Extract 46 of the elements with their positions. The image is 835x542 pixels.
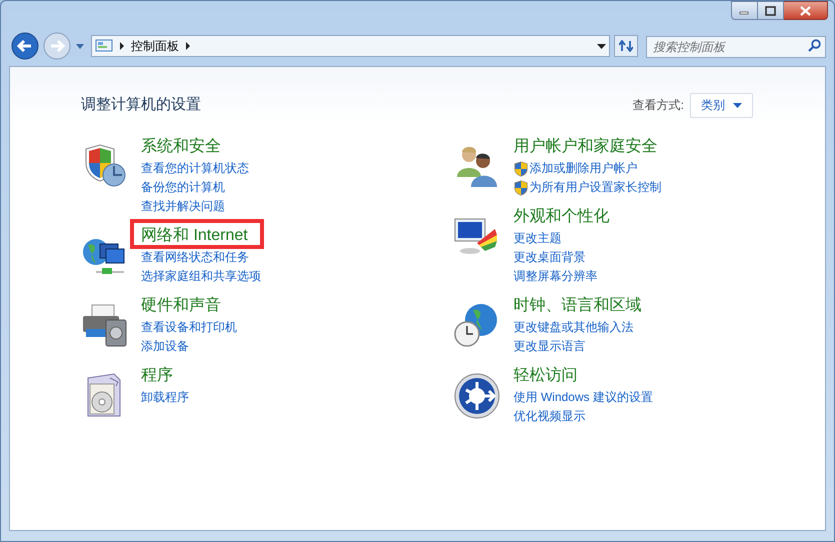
task-link[interactable]: 更改桌面背景 [514, 248, 610, 267]
category-link[interactable]: 程序 [141, 366, 173, 386]
search-field[interactable]: 搜索控制面板 [646, 36, 826, 58]
category-link[interactable]: 轻松访问 [514, 366, 578, 386]
category-link[interactable]: 用户帐户和家庭安全 [514, 137, 658, 157]
breadcrumb-item[interactable]: 控制面板 [131, 37, 179, 55]
task-link[interactable]: 查找并解决问题 [141, 197, 249, 216]
category-link[interactable]: 时钟、语言和区域 [514, 296, 642, 316]
category-link[interactable]: 系统和安全 [141, 137, 221, 157]
chevron-icon [119, 42, 125, 50]
view-by-label: 查看方式: [632, 97, 684, 114]
task-link[interactable]: 添加或删除用户帐户 [514, 159, 662, 178]
task-link[interactable]: 调整屏幕分辨率 [514, 267, 610, 286]
task-link[interactable]: 添加设备 [141, 337, 237, 356]
maximize-button[interactable] [758, 1, 784, 20]
refresh-icon [619, 40, 633, 52]
task-link[interactable]: 使用 Windows 建议的设置 [514, 388, 653, 407]
task-link[interactable]: 查看您的计算机状态 [141, 159, 249, 178]
task-link[interactable]: 查看网络状态和任务 [141, 248, 261, 267]
category-link[interactable]: 网络和 Internet [141, 226, 248, 246]
task-link[interactable]: 卸载程序 [141, 388, 189, 407]
dropdown-arrow-icon[interactable] [597, 43, 606, 49]
page-title: 调整计算机的设置 [81, 94, 201, 115]
view-by-dropdown[interactable]: 类别 [690, 92, 753, 118]
task-link[interactable]: 查看设备和打印机 [141, 318, 237, 337]
chevron-icon [185, 42, 191, 50]
address-bar[interactable]: 控制面板 [91, 35, 610, 57]
task-link[interactable]: 选择家庭组和共享选项 [141, 267, 261, 286]
category-link[interactable]: 外观和个性化 [514, 207, 610, 227]
dropdown-arrow-icon [733, 102, 742, 108]
minimize-button[interactable] [731, 1, 758, 20]
task-link[interactable]: 更改键盘或其他输入法 [514, 318, 642, 337]
category-link[interactable]: 硬件和声音 [141, 296, 221, 316]
task-link[interactable]: 更改主题 [514, 229, 610, 248]
task-link[interactable]: 优化视频显示 [514, 407, 653, 426]
back-button[interactable] [11, 32, 39, 60]
accessibility-icon [452, 372, 500, 420]
refresh-button[interactable] [614, 35, 638, 57]
maximize-icon [764, 6, 777, 16]
task-link[interactable]: 更改显示语言 [514, 337, 642, 356]
control-panel-icon [95, 39, 113, 53]
close-button[interactable] [784, 1, 828, 20]
close-icon [799, 6, 812, 16]
search-icon [808, 39, 821, 52]
task-link[interactable]: 为所有用户设置家长控制 [514, 178, 662, 197]
task-link[interactable]: 备份您的计算机 [141, 178, 249, 197]
